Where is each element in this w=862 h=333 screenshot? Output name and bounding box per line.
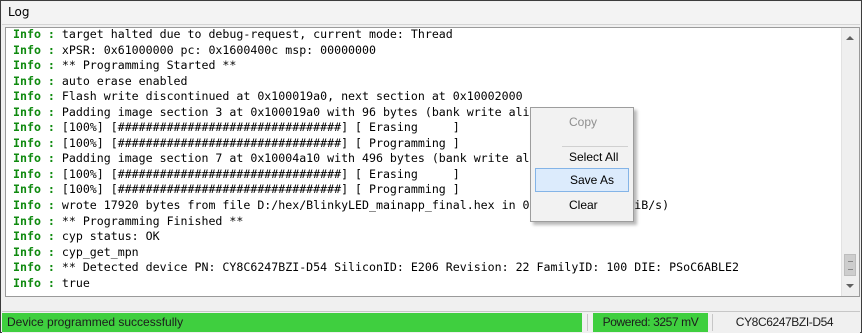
- status-message: Device programmed successfully: [2, 313, 582, 332]
- log-level-tag: Info: [13, 213, 41, 228]
- log-line: Info : Padding image section 3 at 0x1000…: [13, 105, 843, 121]
- log-separator: :: [40, 244, 62, 259]
- log-separator: :: [40, 120, 62, 135]
- log-message: xPSR: 0x61000000 pc: 0x1600400c msp: 000…: [61, 42, 376, 57]
- log-line: Info : true: [13, 276, 843, 292]
- log-line: Info : ** Detected device PN: CY8C6247BZ…: [13, 260, 843, 276]
- log-line: Info : [100%] [#########################…: [13, 120, 843, 136]
- log-level-tag: Info: [13, 120, 41, 135]
- log-line: Info : ** Programming Started **: [13, 58, 843, 74]
- log-line: Info : target halted due to debug-reques…: [13, 27, 843, 43]
- log-line: Info : Flash write discontinued at 0x100…: [13, 89, 843, 105]
- log-message: Flash write discontinued at 0x100019a0, …: [61, 89, 523, 104]
- log-line: Info : Padding image section 7 at 0x1000…: [13, 151, 843, 167]
- log-level-tag: Info: [13, 42, 41, 57]
- log-message: target halted due to debug-request, curr…: [61, 27, 453, 41]
- log-line: Info : [100%] [#########################…: [13, 167, 843, 183]
- log-message: ** Programming Finished **: [61, 213, 244, 228]
- log-separator: :: [40, 58, 62, 73]
- scrollbar-thumb[interactable]: [844, 254, 856, 276]
- log-separator: :: [40, 275, 62, 290]
- log-separator: :: [40, 182, 62, 197]
- log-line: Info : xPSR: 0x61000000 pc: 0x1600400c m…: [13, 43, 843, 59]
- menu-item-clear[interactable]: Clear: [535, 193, 629, 217]
- log-message: Padding image section 3 at 0x100019a0 wi…: [61, 104, 579, 119]
- log-level-tag: Info: [13, 58, 41, 73]
- log-message: [100%] [################################…: [61, 166, 460, 181]
- log-separator: :: [40, 198, 62, 213]
- log-message: ** Detected device PN: CY8C6247BZI-D54 S…: [61, 260, 739, 275]
- log-lines: Info : target halted due to debug-reques…: [13, 27, 843, 292]
- log-window: Log Info : target halted due to debug-re…: [0, 0, 862, 333]
- log-message: cyp_get_mpn: [61, 244, 139, 259]
- log-level-tag: Info: [13, 166, 41, 181]
- log-message: true: [61, 275, 90, 290]
- log-line: Info : wrote 17920 bytes from file D:/he…: [13, 198, 843, 214]
- log-separator: :: [40, 104, 62, 119]
- status-divider: [712, 314, 713, 331]
- log-separator: :: [40, 166, 62, 181]
- log-message: [100%] [################################…: [61, 182, 460, 197]
- chevron-down-icon[interactable]: [846, 284, 854, 288]
- vertical-scrollbar[interactable]: [841, 28, 859, 296]
- menu-item-copy[interactable]: Copy: [535, 110, 629, 134]
- log-separator: :: [40, 229, 62, 244]
- log-separator: :: [40, 89, 62, 104]
- log-line: Info : cyp status: OK: [13, 229, 843, 245]
- log-level-tag: Info: [13, 27, 41, 41]
- log-separator: :: [40, 151, 62, 166]
- window-title: Log: [8, 5, 30, 19]
- log-level-tag: Info: [13, 244, 41, 259]
- log-level-tag: Info: [13, 104, 41, 119]
- menu-item-select-all[interactable]: Select All: [535, 145, 629, 169]
- log-separator: :: [40, 213, 62, 228]
- log-message: Padding image section 7 at 0x10004a10 wi…: [61, 151, 586, 166]
- log-level-tag: Info: [13, 73, 41, 88]
- log-level-tag: Info: [13, 182, 41, 197]
- log-message: [100%] [################################…: [61, 135, 460, 150]
- power-indicator: Powered: 3257 mV: [593, 313, 708, 332]
- log-level-tag: Info: [13, 89, 41, 104]
- log-line: Info : [100%] [#########################…: [13, 182, 843, 198]
- log-line: Info : auto erase enabled: [13, 74, 843, 90]
- log-level-tag: Info: [13, 135, 41, 150]
- log-message: ** Programming Started **: [61, 58, 237, 73]
- log-level-tag: Info: [13, 275, 41, 290]
- log-message: auto erase enabled: [61, 73, 188, 88]
- device-indicator: CY8C6247BZI-D54: [735, 315, 834, 329]
- log-separator: :: [40, 135, 62, 150]
- log-level-tag: Info: [13, 198, 41, 213]
- log-separator: :: [40, 27, 62, 41]
- log-line: Info : [100%] [#########################…: [13, 136, 843, 152]
- log-level-tag: Info: [13, 260, 41, 275]
- log-titlebar: Log: [2, 2, 860, 25]
- status-bar: Device programmed successfully Powered: …: [2, 311, 860, 333]
- log-separator: :: [40, 42, 62, 57]
- log-level-tag: Info: [13, 151, 41, 166]
- status-divider: [587, 314, 588, 331]
- chevron-up-icon[interactable]: [846, 36, 854, 40]
- log-output-area[interactable]: Info : target halted due to debug-reques…: [5, 27, 860, 297]
- log-line: Info : ** Programming Finished **: [13, 214, 843, 230]
- log-separator: :: [40, 73, 62, 88]
- log-message: cyp status: OK: [61, 229, 160, 244]
- context-menu: Copy Select All Save As Clear: [530, 107, 634, 222]
- log-message: [100%] [################################…: [61, 120, 460, 135]
- menu-item-save-as[interactable]: Save As: [535, 168, 629, 192]
- log-line: Info : cyp_get_mpn: [13, 245, 843, 261]
- log-separator: :: [40, 260, 62, 275]
- log-level-tag: Info: [13, 229, 41, 244]
